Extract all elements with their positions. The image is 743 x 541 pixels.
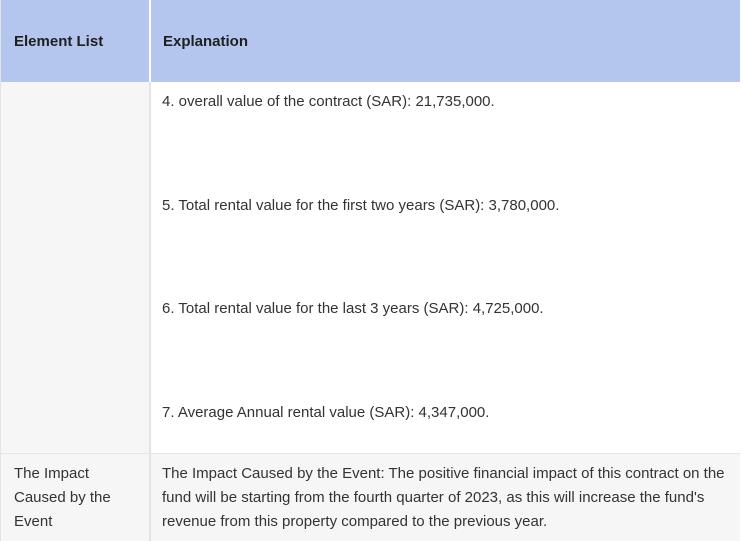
table-row: 4. overall value of the contract (SAR): … [1, 82, 740, 453]
last-three-years-item: 6. Total rental value for the last 3 yea… [162, 300, 544, 317]
row-element-cell [1, 82, 149, 453]
header-explanation: Explanation [149, 0, 740, 82]
table-header: Element List Explanation [1, 0, 740, 82]
row-explanation-text: The Impact Caused by the Event: The posi… [162, 465, 725, 530]
table-row: The Impact Caused by the Event The Impac… [1, 453, 740, 541]
header-element-list-label: Element List [14, 32, 104, 50]
contract-value-item: 4. overall value of the contract (SAR): … [162, 93, 495, 110]
row-element-label: The Impact Caused by the Event [14, 465, 111, 530]
average-annual-item: 7. Average Annual rental value (SAR): 4,… [162, 404, 490, 421]
column-divider [149, 82, 151, 541]
header-explanation-label: Explanation [163, 32, 249, 50]
disclosure-table: Element List Explanation 4. overall valu… [0, 0, 740, 541]
first-two-years-item: 5. Total rental value for the first two … [162, 197, 560, 214]
header-element-list: Element List [1, 0, 149, 82]
